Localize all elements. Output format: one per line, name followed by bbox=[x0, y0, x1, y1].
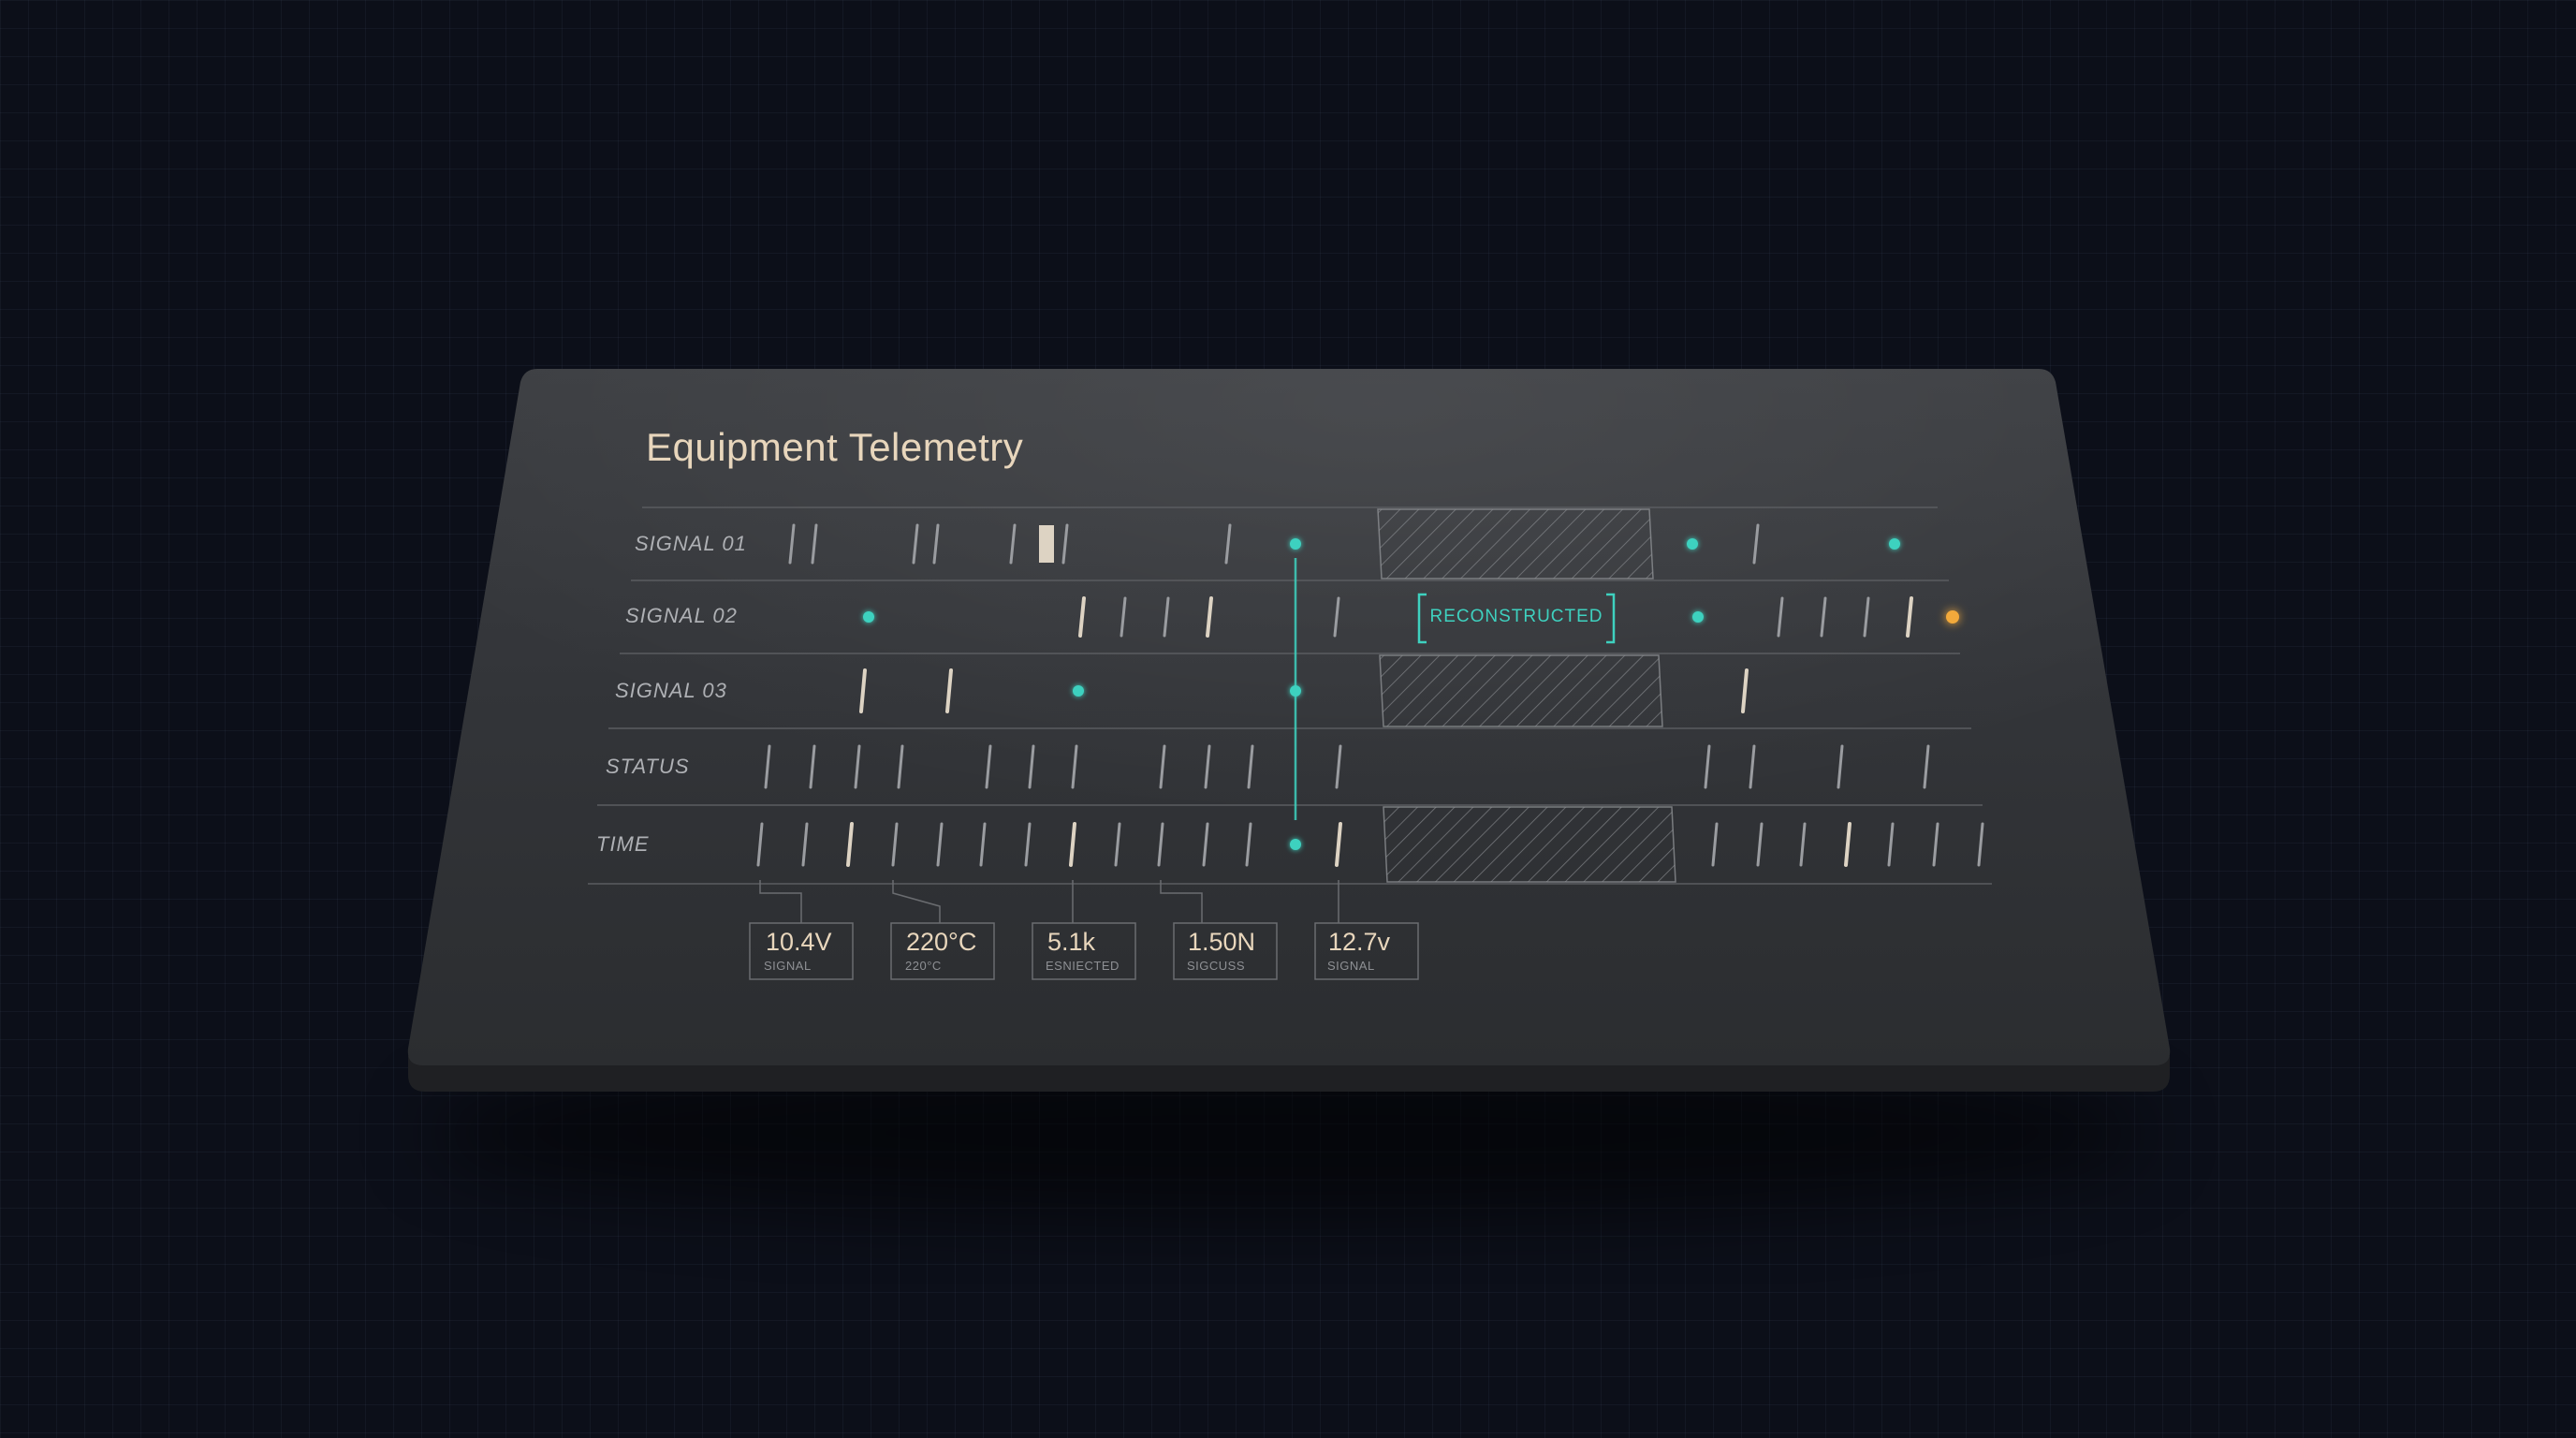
readout-caption: SIGCUSS bbox=[1187, 959, 1245, 973]
hatched-gaps bbox=[1377, 508, 1676, 883]
teal-dot-icon bbox=[1290, 538, 1301, 550]
track-label-status: STATUS bbox=[606, 755, 690, 778]
track-label-signal-03: SIGNAL 03 bbox=[615, 679, 727, 702]
readout-value: 220°C bbox=[906, 928, 976, 956]
track-label-time: TIME bbox=[596, 832, 650, 856]
teal-dot-icon bbox=[1692, 611, 1704, 623]
readout-caption: 220°C bbox=[905, 959, 942, 973]
telemetry-scene: Equipment Telemetry SIGNAL 01 SIGNAL 02 … bbox=[407, 369, 2171, 1217]
readout-caption: SIGNAL bbox=[764, 959, 812, 973]
hatched-gap bbox=[1379, 654, 1663, 727]
teal-dot-icon bbox=[1889, 538, 1900, 550]
teal-dot-icon bbox=[1073, 685, 1084, 697]
track-label-signal-02: SIGNAL 02 bbox=[625, 604, 738, 627]
teal-dot-icon bbox=[1290, 685, 1301, 697]
telemetry-panel bbox=[407, 369, 2171, 1092]
track-label-signal-01: SIGNAL 01 bbox=[635, 532, 747, 555]
reconstructed-label: RECONSTRUCTED bbox=[1429, 607, 1603, 626]
readout-value: 1.50N bbox=[1188, 928, 1255, 956]
readout-value: 5.1k bbox=[1047, 928, 1096, 956]
teal-dot-icon bbox=[863, 611, 874, 623]
readout-value: 10.4V bbox=[766, 928, 832, 956]
teal-dot-icon bbox=[1687, 538, 1698, 550]
readout-caption: SIGNAL bbox=[1327, 959, 1375, 973]
signal-tick bbox=[1039, 525, 1054, 563]
teal-dot-icon bbox=[1290, 839, 1301, 850]
readout-value: 12.7v bbox=[1328, 928, 1391, 956]
readout-caption: ESNIECTED bbox=[1046, 959, 1120, 973]
hatched-gap bbox=[1383, 806, 1676, 883]
orange-dot-icon bbox=[1946, 610, 1959, 624]
hatched-gap bbox=[1377, 508, 1654, 580]
page-title: Equipment Telemetry bbox=[646, 425, 1023, 469]
